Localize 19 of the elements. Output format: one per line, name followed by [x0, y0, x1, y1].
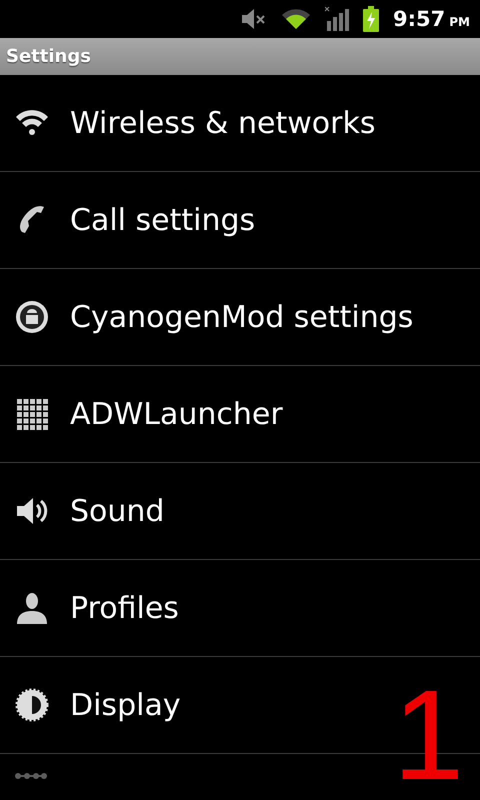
signal-icon	[325, 7, 350, 31]
grid-icon	[14, 396, 50, 432]
settings-item[interactable]: Profiles	[70, 590, 179, 626]
step-number: 1	[392, 672, 464, 800]
settings-item[interactable]: ADWLauncher	[70, 396, 283, 432]
battery-icon	[363, 6, 380, 32]
settings-item[interactable]: Wireless & networks	[70, 106, 376, 140]
clock-period: PM	[449, 14, 470, 28]
settings-item[interactable]: CyanogenMod settings	[70, 300, 414, 334]
muted-speaker-icon	[241, 8, 268, 30]
dots-line-icon	[14, 772, 48, 780]
settings-item[interactable]: Display	[70, 688, 181, 722]
settings-item[interactable]: Call settings	[70, 202, 256, 238]
sun-icon	[14, 687, 50, 723]
settings-item[interactable]: Sound	[70, 494, 164, 528]
screen-title: Settings	[6, 46, 91, 67]
person-icon	[14, 590, 50, 626]
clock-time: 9:57	[393, 7, 446, 31]
wifi-icon	[281, 8, 312, 30]
